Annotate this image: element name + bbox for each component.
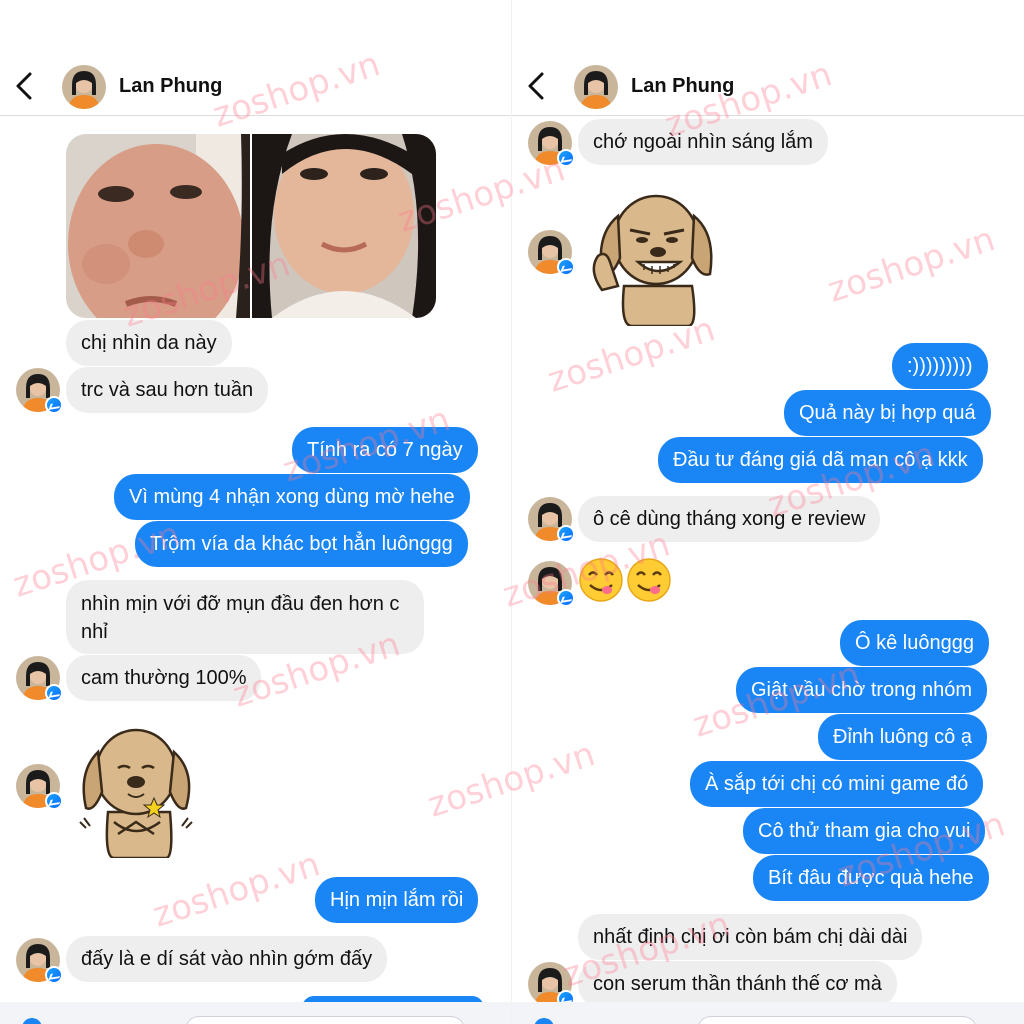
sender-avatar[interactable] (528, 962, 575, 1008)
outgoing-message: Tính ra có 7 ngày (292, 427, 478, 473)
incoming-message: trc và sau hơn tuần (66, 367, 269, 413)
contact-avatar[interactable] (574, 65, 618, 109)
outgoing-message: À sắp tới chị có mini game đó (690, 761, 984, 807)
contact-name[interactable]: Lan Phung (119, 75, 222, 98)
sender-avatar[interactable] (16, 368, 63, 414)
back-arrow-icon[interactable] (12, 70, 38, 102)
messenger-badge-icon (45, 684, 63, 702)
sender-avatar[interactable] (528, 230, 575, 276)
before-photo[interactable] (66, 134, 250, 318)
incoming-message: ô cê dùng tháng xong e review (578, 496, 881, 542)
outgoing-message: :))))))))) (892, 343, 988, 389)
messenger-badge-icon (557, 525, 575, 543)
contact-name[interactable]: Lan Phung (631, 75, 734, 98)
contact-avatar[interactable] (62, 65, 106, 109)
message-input[interactable] (697, 1016, 977, 1024)
screenshot-collage: Lan Phung chị nhìn da này trc và sau hơn… (0, 0, 1024, 1024)
outgoing-message: Ô kê luônggg (840, 620, 989, 666)
incoming-message: cam thường 100% (66, 655, 262, 701)
outgoing-message: Vì mùng 4 nhận xong dùng mờ hehe (114, 474, 470, 520)
outgoing-message: Hịn mịn lắm rồi (315, 877, 479, 923)
dog-sticker-smug[interactable] (584, 190, 720, 328)
messenger-badge-icon (45, 396, 63, 414)
outgoing-message: Đỉnh luông cô ạ (818, 714, 987, 760)
messenger-badge-icon (557, 258, 575, 276)
incoming-message: nhất định chị ơi còn bám chị dài dài (578, 914, 923, 960)
after-photo[interactable] (252, 134, 436, 318)
outgoing-message: Giật vầu chờ trong nhóm (736, 667, 988, 713)
incoming-message: đấy là e dí sát vào nhìn gớm đấy (66, 936, 388, 982)
sender-avatar[interactable] (528, 121, 575, 167)
sender-avatar[interactable] (528, 497, 575, 543)
yum-emoji-icon (626, 557, 671, 602)
incoming-message: chớ ngoài nhìn sáng lắm (578, 119, 828, 165)
outgoing-message: Cô thử tham gia cho vui (743, 808, 986, 854)
chat-header: Lan Phung (0, 56, 512, 116)
outgoing-message: Trộm vía da khác bọt hẳn luônggg (135, 521, 468, 567)
outgoing-message: Bít đâu được quà hehe (753, 855, 989, 901)
composer-bar (0, 1002, 512, 1024)
sender-avatar[interactable] (16, 656, 63, 702)
messenger-badge-icon (557, 589, 575, 607)
sender-avatar[interactable] (528, 561, 575, 607)
outgoing-message: Đầu tư đáng giá dã man cô ạ kkk (658, 437, 983, 483)
yum-emoji-icon (578, 557, 623, 602)
dog-sticker-blushing[interactable] (74, 722, 200, 860)
incoming-message: chị nhìn da này (66, 320, 232, 366)
chat-panel-right: Lan Phung chớ ngoài nhìn sáng lắm:)))))… (512, 0, 1024, 1024)
composer-bar (512, 1002, 1024, 1024)
outgoing-message: Quả này bị hợp quá (784, 390, 991, 436)
sender-avatar[interactable] (16, 764, 63, 810)
sender-avatar[interactable] (16, 938, 63, 984)
message-input[interactable] (185, 1016, 465, 1024)
back-arrow-icon[interactable] (524, 70, 550, 102)
messenger-badge-icon (45, 966, 63, 984)
messenger-badge-icon (557, 149, 575, 167)
incoming-message: con serum thần thánh thế cơ mà (578, 961, 897, 1007)
messenger-badge-icon (45, 792, 63, 810)
camera-icon[interactable] (534, 1018, 554, 1024)
camera-icon[interactable] (22, 1018, 42, 1024)
chat-header: Lan Phung (512, 56, 1024, 116)
incoming-message: nhìn mịn với đỡ mụn đầu đen hơn c nhỉ (66, 580, 424, 654)
chat-panel-left: Lan Phung chị nhìn da này trc và sau hơn… (0, 0, 512, 1024)
